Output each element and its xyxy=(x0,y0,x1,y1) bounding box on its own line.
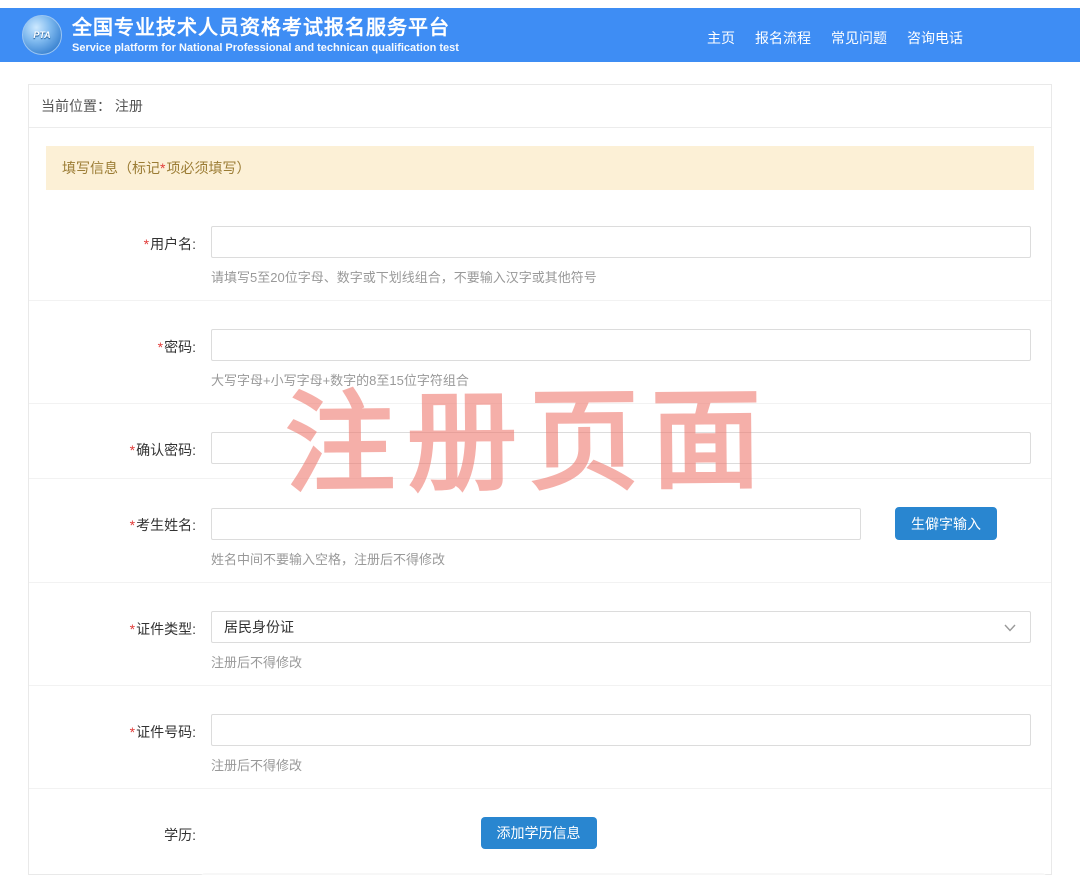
candidate-name-hint: 姓名中间不要输入空格，注册后不得修改 xyxy=(211,549,1031,568)
form-row-id-type: *证件类型: 居民身份证 注册后不得修改 xyxy=(29,583,1051,686)
required-star: * xyxy=(130,442,135,458)
candidate-name-label: *考生姓名: xyxy=(29,507,196,568)
brand: PTA 全国专业技术人员资格考试报名服务平台 Service platform … xyxy=(22,15,459,55)
password-hint: 大写字母+小写字母+数字的8至15位字符组合 xyxy=(211,370,1031,389)
password-label: *密码: xyxy=(29,329,196,389)
breadcrumb: 当前位置： 注册 xyxy=(29,85,1051,128)
form-row-education: 学历: 添加学历信息 序号 *证书编号 *毕业院校 *毕业时间 *所学专业 *学… xyxy=(29,789,1051,875)
notice-text: 填写信息（标记 xyxy=(62,160,160,176)
candidate-name-input[interactable] xyxy=(211,508,861,540)
required-star: * xyxy=(160,160,165,176)
confirm-password-input[interactable] xyxy=(211,432,1031,464)
nav-home[interactable]: 主页 xyxy=(707,28,735,48)
form-row-username: *用户名: 请填写5至20位字母、数字或下划线组合，不要输入汉字或其他符号 xyxy=(29,198,1051,301)
id-number-label: *证件号码: xyxy=(29,714,196,774)
confirm-password-label: *确认密码: xyxy=(29,432,196,464)
header: PTA 全国专业技术人员资格考试报名服务平台 Service platform … xyxy=(0,8,1080,62)
rare-character-input-button[interactable]: 生僻字输入 xyxy=(895,507,997,540)
form-row-candidate-name: *考生姓名: 生僻字输入 姓名中间不要输入空格，注册后不得修改 xyxy=(29,479,1051,583)
id-type-label: *证件类型: xyxy=(29,611,196,671)
notice-banner: 填写信息（标记*项必须填写） xyxy=(46,146,1034,190)
required-star: * xyxy=(158,339,163,355)
add-education-button[interactable]: 添加学历信息 xyxy=(481,817,597,849)
education-label: 学历: xyxy=(29,817,196,875)
id-type-selected-value: 居民身份证 xyxy=(224,617,294,637)
form-row-password: *密码: 大写字母+小写字母+数字的8至15位字符组合 xyxy=(29,301,1051,404)
pta-logo-icon: PTA xyxy=(22,15,62,55)
form-row-confirm-password: *确认密码: xyxy=(29,404,1051,479)
nav-contact-phone[interactable]: 咨询电话 xyxy=(907,28,963,48)
required-star: * xyxy=(130,621,135,637)
required-star: * xyxy=(130,724,135,740)
site-title: 全国专业技术人员资格考试报名服务平台 xyxy=(72,16,459,40)
nav-registration-process[interactable]: 报名流程 xyxy=(755,28,811,48)
username-input[interactable] xyxy=(211,226,1031,258)
username-hint: 请填写5至20位字母、数字或下划线组合，不要输入汉字或其他符号 xyxy=(211,267,1031,286)
id-type-hint: 注册后不得修改 xyxy=(211,652,1031,671)
required-star: * xyxy=(130,517,135,533)
username-label: *用户名: xyxy=(29,226,196,286)
id-number-hint: 注册后不得修改 xyxy=(211,755,1031,774)
registration-form: *用户名: 请填写5至20位字母、数字或下划线组合，不要输入汉字或其他符号 *密… xyxy=(29,198,1051,875)
chevron-down-icon xyxy=(1004,624,1016,632)
top-nav: 主页 报名流程 常见问题 咨询电话 xyxy=(707,28,963,48)
required-star: * xyxy=(144,236,149,252)
nav-faq[interactable]: 常见问题 xyxy=(831,28,887,48)
main-panel: 当前位置： 注册 填写信息（标记*项必须填写） *用户名: 请填写5至20位字母… xyxy=(28,84,1052,875)
breadcrumb-current: 注册 xyxy=(115,98,143,114)
site-subtitle: Service platform for National Profession… xyxy=(72,42,459,54)
form-row-id-number: *证件号码: 注册后不得修改 xyxy=(29,686,1051,789)
notice-text-after: 项必须填写） xyxy=(166,160,250,176)
password-input[interactable] xyxy=(211,329,1031,361)
id-type-select[interactable]: 居民身份证 xyxy=(211,611,1031,643)
breadcrumb-prefix: 当前位置： xyxy=(41,98,111,114)
id-number-input[interactable] xyxy=(211,714,1031,746)
